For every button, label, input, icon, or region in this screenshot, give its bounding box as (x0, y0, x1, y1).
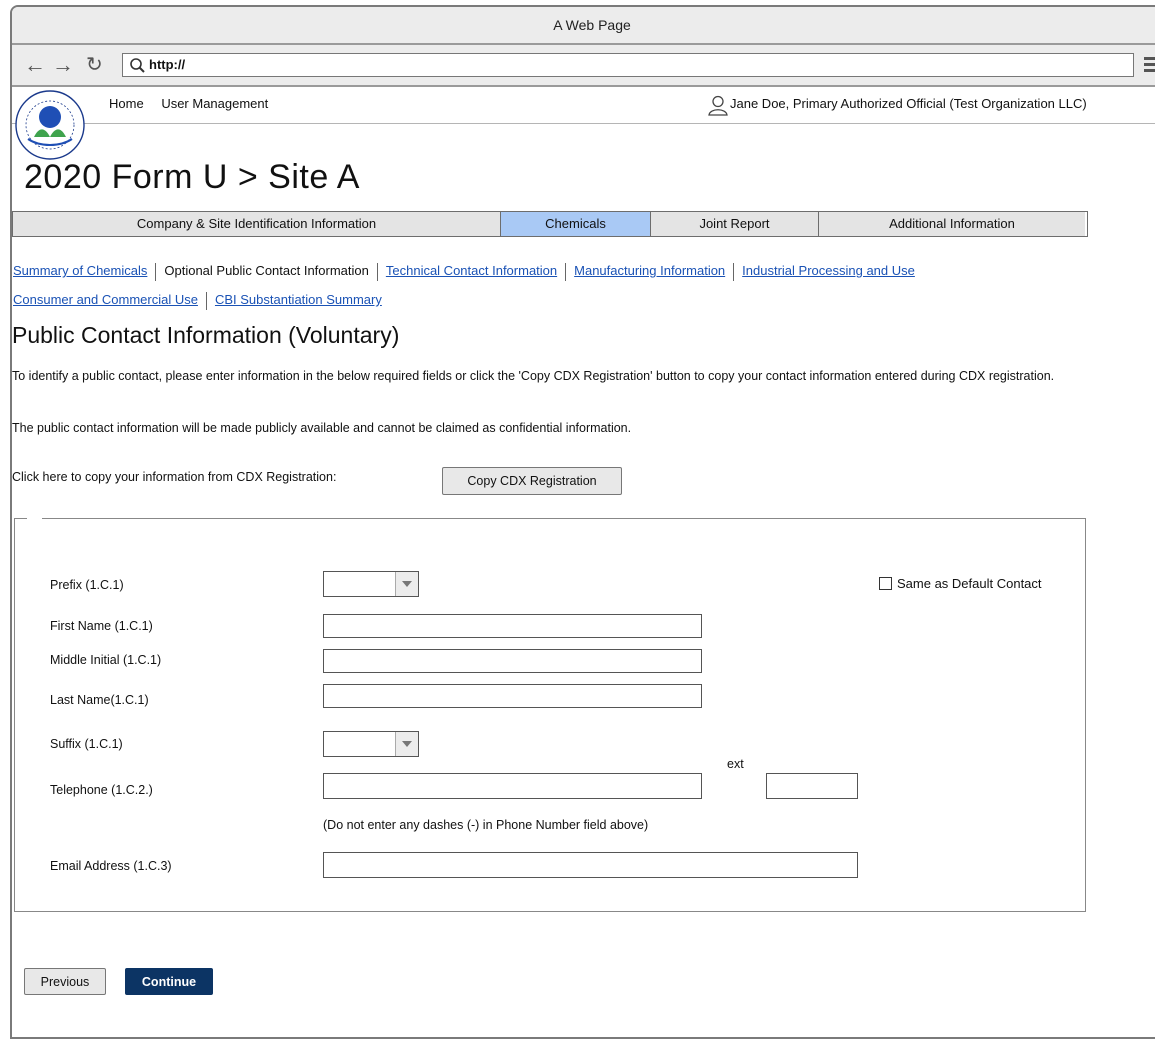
subnav-divider (733, 262, 735, 281)
subnav-optional-public-contact[interactable]: Optional Public Contact Information (164, 263, 369, 278)
epa-seal-logo (15, 90, 85, 160)
first-name-label: First Name (1.C.1) (50, 619, 153, 633)
suffix-select[interactable] (323, 731, 419, 757)
reload-icon[interactable]: ↻ (86, 51, 103, 79)
dropdown-arrow-icon (395, 572, 418, 596)
prefix-label: Prefix (1.C.1) (50, 578, 124, 592)
copy-prompt: Click here to copy your information from… (12, 470, 337, 484)
subnav-divider (376, 262, 378, 281)
hamburger-menu-icon[interactable] (1144, 57, 1155, 75)
url-input[interactable]: http:// (122, 53, 1134, 77)
back-arrow-icon[interactable]: ← (24, 51, 46, 79)
prefix-select[interactable] (323, 571, 419, 597)
tab-joint-report[interactable]: Joint Report (651, 212, 819, 236)
middle-initial-input[interactable] (323, 649, 702, 673)
section-title: Public Contact Information (Voluntary) (12, 322, 400, 348)
nav-home[interactable]: Home (109, 96, 144, 111)
subnav-divider (565, 262, 567, 281)
suffix-label: Suffix (1.C.1) (50, 737, 123, 751)
copy-cdx-registration-button[interactable]: Copy CDX Registration (442, 467, 622, 495)
address-bar: ← → ↻ http:// (12, 45, 1155, 87)
middle-initial-label: Middle Initial (1.C.1) (50, 653, 162, 667)
nav-user-management[interactable]: User Management (161, 96, 268, 111)
notice-text: The public contact information will be m… (12, 421, 632, 435)
tab-chemicals[interactable]: Chemicals (501, 212, 651, 236)
site-header: Home User Management Jane Doe, Primary A… (12, 87, 1155, 160)
telephone-input[interactable] (323, 773, 702, 799)
same-as-default-label: Same as Default Contact (897, 576, 1042, 591)
email-input[interactable] (323, 852, 858, 878)
page-title: 2020 Form U > Site A (24, 158, 360, 196)
intro-text: To identify a public contact, please ent… (12, 369, 1055, 383)
tab-bar: Company & Site Identification Informatio… (12, 211, 1088, 237)
continue-button[interactable]: Continue (125, 968, 213, 995)
subnav-consumer-commercial-use[interactable]: Consumer and Commercial Use (13, 292, 198, 307)
top-nav: Home User Management (109, 96, 282, 111)
window-title: A Web Page (12, 7, 1155, 45)
ext-label: ext (727, 757, 744, 771)
previous-button[interactable]: Previous (24, 968, 106, 995)
search-icon (130, 58, 145, 73)
subnav-industrial-processing[interactable]: Industrial Processing and Use (742, 263, 915, 278)
subnav-divider (205, 291, 207, 310)
subnav-manufacturing-information[interactable]: Manufacturing Information (574, 263, 725, 278)
email-label: Email Address (1.C.3) (50, 859, 172, 873)
ext-input[interactable] (766, 773, 858, 799)
tab-additional-information[interactable]: Additional Information (819, 212, 1085, 236)
sub-navigation: Summary of Chemicals Optional Public Cont… (13, 256, 1123, 314)
subnav-technical-contact[interactable]: Technical Contact Information (386, 263, 557, 278)
dropdown-arrow-icon (395, 732, 418, 756)
phone-hint: (Do not enter any dashes (-) in Phone Nu… (323, 818, 649, 832)
last-name-input[interactable] (323, 684, 702, 708)
url-text: http:// (149, 57, 186, 72)
first-name-input[interactable] (323, 614, 702, 638)
subnav-cbi-substantiation-summary[interactable]: CBI Substantiation Summary (215, 292, 382, 307)
telephone-label: Telephone (1.C.2.) (50, 783, 153, 797)
user-icon (708, 95, 728, 116)
user-name[interactable]: Jane Doe, Primary Authorized Official (T… (730, 96, 1087, 111)
subnav-summary-of-chemicals[interactable]: Summary of Chemicals (13, 263, 147, 278)
last-name-label: Last Name(1.C.1) (50, 693, 149, 707)
user-info: Jane Doe, Primary Authorized Official (T… (707, 91, 1087, 117)
same-as-default-checkbox[interactable] (879, 577, 892, 590)
subnav-divider (155, 262, 157, 281)
tab-company-site[interactable]: Company & Site Identification Informatio… (13, 212, 501, 236)
forward-arrow-icon[interactable]: → (52, 51, 74, 79)
